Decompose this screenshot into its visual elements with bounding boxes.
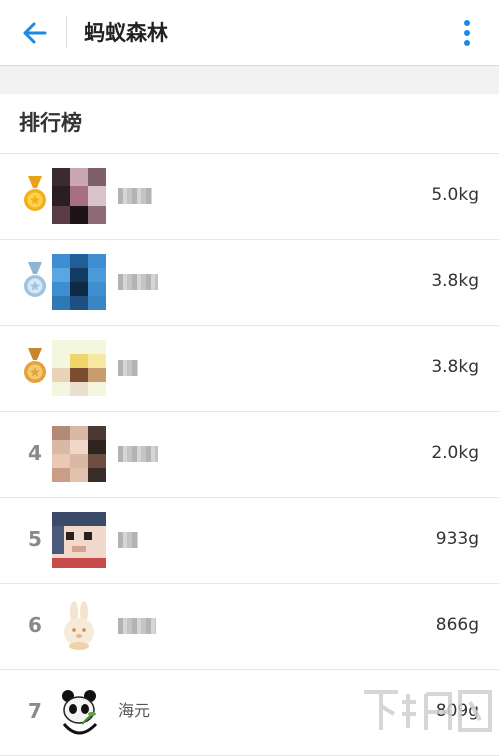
more-options-button[interactable] — [452, 14, 482, 52]
avatar — [52, 512, 106, 568]
leaderboard-row[interactable]: 3 3.8kg — [0, 326, 499, 412]
user-name — [118, 442, 158, 464]
bronze-medal-icon — [24, 348, 46, 383]
section-gap — [0, 66, 499, 94]
rabbit-avatar-icon — [64, 601, 94, 650]
blurred-name — [118, 531, 138, 548]
rank-badge: 4 — [18, 430, 52, 476]
energy-weight: 933g — [435, 529, 479, 549]
blurred-name — [118, 445, 158, 462]
user-name — [118, 184, 152, 206]
leaderboard-title: 排行榜 — [19, 111, 82, 135]
rank-badge: 1 — [18, 172, 52, 218]
leaderboard-header: 排行榜 — [0, 94, 499, 154]
appbar-divider — [66, 16, 67, 48]
blurred-name — [118, 359, 138, 376]
energy-weight: 3.8kg — [431, 357, 479, 377]
avatar — [52, 254, 106, 310]
leaderboard-row[interactable]: 4 2.0kg — [0, 412, 499, 498]
rank-number: 5 — [28, 527, 42, 551]
user-name — [118, 270, 158, 292]
user-name: 海元 — [118, 701, 151, 720]
energy-weight: 5.0kg — [431, 185, 479, 205]
energy-weight: 809g — [435, 701, 479, 721]
page-title: 蚂蚁森林 — [84, 21, 168, 45]
avatar — [52, 426, 106, 482]
energy-weight: 866g — [435, 615, 479, 635]
app-bar: 蚂蚁森林 — [0, 0, 499, 66]
energy-weight: 3.8kg — [431, 271, 479, 291]
avatar — [52, 340, 106, 396]
avatar — [52, 684, 106, 740]
user-name — [118, 528, 138, 550]
blurred-name — [118, 187, 152, 204]
leaderboard-row[interactable]: 2 3.8kg — [0, 240, 499, 326]
leaderboard-row[interactable]: 6 866g — [0, 584, 499, 670]
rank-number: 7 — [28, 699, 42, 723]
panda-avatar-icon — [62, 690, 98, 735]
user-name — [118, 356, 138, 378]
leaderboard-list: 1 5.0kg 2 — [0, 154, 499, 756]
blurred-name — [118, 617, 156, 634]
leaderboard-row[interactable]: 5 933g — [0, 498, 499, 584]
user-name — [118, 614, 156, 636]
blurred-name — [118, 273, 158, 290]
rank-badge: 7 — [18, 688, 52, 734]
more-vertical-icon — [464, 20, 470, 46]
silver-medal-icon — [24, 262, 46, 297]
leaderboard-row[interactable]: 7 海元 809g — [0, 670, 499, 756]
rank-badge: 5 — [18, 516, 52, 562]
rank-number: 6 — [28, 613, 42, 637]
energy-weight: 2.0kg — [431, 443, 479, 463]
avatar — [52, 168, 106, 224]
rank-badge: 3 — [18, 344, 52, 390]
arrow-left-icon — [23, 22, 47, 44]
rank-badge: 6 — [18, 602, 52, 648]
leaderboard-row[interactable]: 1 5.0kg — [0, 154, 499, 240]
back-button[interactable] — [14, 14, 54, 52]
avatar — [52, 598, 106, 654]
rank-number: 4 — [28, 441, 42, 465]
rank-badge: 2 — [18, 258, 52, 304]
gold-medal-icon — [24, 176, 46, 211]
